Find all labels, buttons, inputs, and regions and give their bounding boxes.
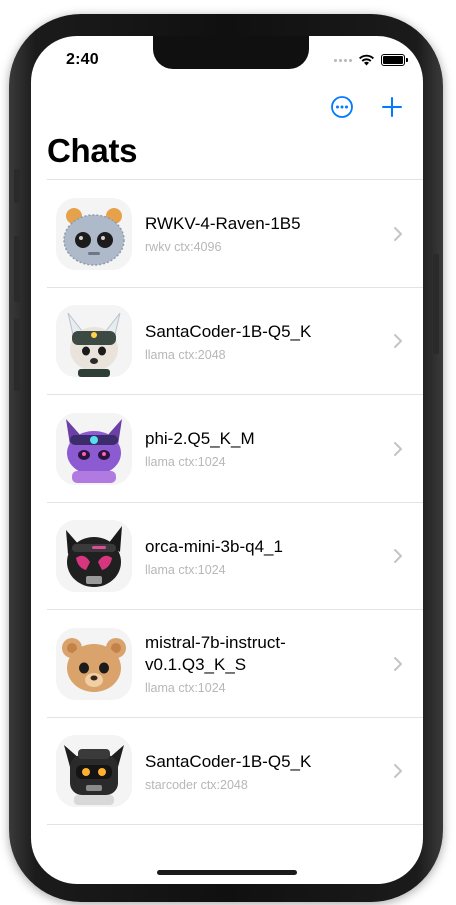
- fox-avatar: [56, 305, 132, 378]
- more-button[interactable]: [329, 94, 355, 120]
- black-cat-helmet-avatar: [56, 520, 132, 593]
- chat-subtitle: rwkv ctx:4096: [145, 240, 222, 255]
- chat-row[interactable]: SantaCoder-1B-Q5_K starcoder ctx:2048: [31, 718, 423, 826]
- power-button: [433, 254, 439, 354]
- nav-actions: [329, 94, 405, 120]
- status-icons: [334, 54, 408, 66]
- chat-subtitle: llama ctx:1024: [145, 681, 226, 696]
- purple-cat-avatar: [56, 412, 132, 485]
- chevron-right-icon: [394, 334, 402, 349]
- chat-subtitle: llama ctx:2048: [145, 347, 226, 362]
- chat-row[interactable]: RWKV-4-Raven-1B5 rwkv ctx:4096: [31, 180, 423, 288]
- wifi-icon: [359, 54, 374, 66]
- chat-title: SantaCoder-1B-Q5_K: [145, 751, 312, 771]
- chat-subtitle: llama ctx:1024: [145, 562, 226, 577]
- chat-row-text: SantaCoder-1B-Q5_K starcoder ctx:2048: [145, 751, 383, 792]
- chat-title: SantaCoder-1B-Q5_K: [145, 321, 312, 341]
- chevron-right-icon: [394, 226, 402, 241]
- chevron-right-icon: [394, 441, 402, 456]
- chevron-right-icon: [394, 656, 402, 671]
- robot-avatar: [56, 735, 132, 808]
- chat-subtitle: llama ctx:1024: [145, 455, 226, 470]
- chat-row-text: orca-mini-3b-q4_1 llama ctx:1024: [145, 536, 383, 577]
- mute-switch: [14, 169, 20, 203]
- volume-up-button: [14, 236, 20, 302]
- notch: [153, 36, 309, 69]
- screen: 2:40 Chats RWKV-4-Raven-1B5 rwkv ctx:409…: [31, 36, 423, 884]
- knit-robot-avatar: [56, 197, 132, 270]
- bear-avatar: [56, 627, 132, 700]
- ellipsis-circle-icon: [331, 96, 353, 118]
- status-time: 2:40: [66, 51, 99, 68]
- chevron-right-icon: [394, 549, 402, 564]
- chat-row-text: SantaCoder-1B-Q5_K llama ctx:2048: [145, 321, 383, 362]
- chat-row[interactable]: orca-mini-3b-q4_1 llama ctx:1024: [31, 503, 423, 611]
- chat-list: RWKV-4-Raven-1B5 rwkv ctx:4096 SantaCode…: [31, 180, 423, 825]
- chat-title: phi-2.Q5_K_M: [145, 429, 255, 449]
- cellular-signal-icon: [334, 58, 352, 62]
- chevron-right-icon: [394, 764, 402, 779]
- chat-row-text: mistral-7b-instruct-v0.1.Q3_K_S llama ct…: [145, 632, 383, 695]
- chat-row-text: phi-2.Q5_K_M llama ctx:1024: [145, 428, 383, 469]
- volume-down-button: [14, 319, 20, 391]
- chat-row[interactable]: phi-2.Q5_K_M llama ctx:1024: [31, 395, 423, 503]
- home-indicator[interactable]: [157, 870, 297, 875]
- add-chat-button[interactable]: [379, 94, 405, 120]
- chat-subtitle: starcoder ctx:2048: [145, 777, 248, 792]
- chat-title: orca-mini-3b-q4_1: [145, 536, 283, 556]
- chat-row[interactable]: SantaCoder-1B-Q5_K llama ctx:2048: [31, 288, 423, 396]
- page-title: Chats: [47, 132, 138, 169]
- chat-row-text: RWKV-4-Raven-1B5 rwkv ctx:4096: [145, 213, 383, 254]
- chat-row[interactable]: mistral-7b-instruct-v0.1.Q3_K_S llama ct…: [31, 610, 423, 718]
- battery-icon: [381, 54, 408, 66]
- chat-title: mistral-7b-instruct-v0.1.Q3_K_S: [145, 633, 286, 675]
- plus-icon: [382, 97, 402, 117]
- chat-title: RWKV-4-Raven-1B5: [145, 214, 301, 234]
